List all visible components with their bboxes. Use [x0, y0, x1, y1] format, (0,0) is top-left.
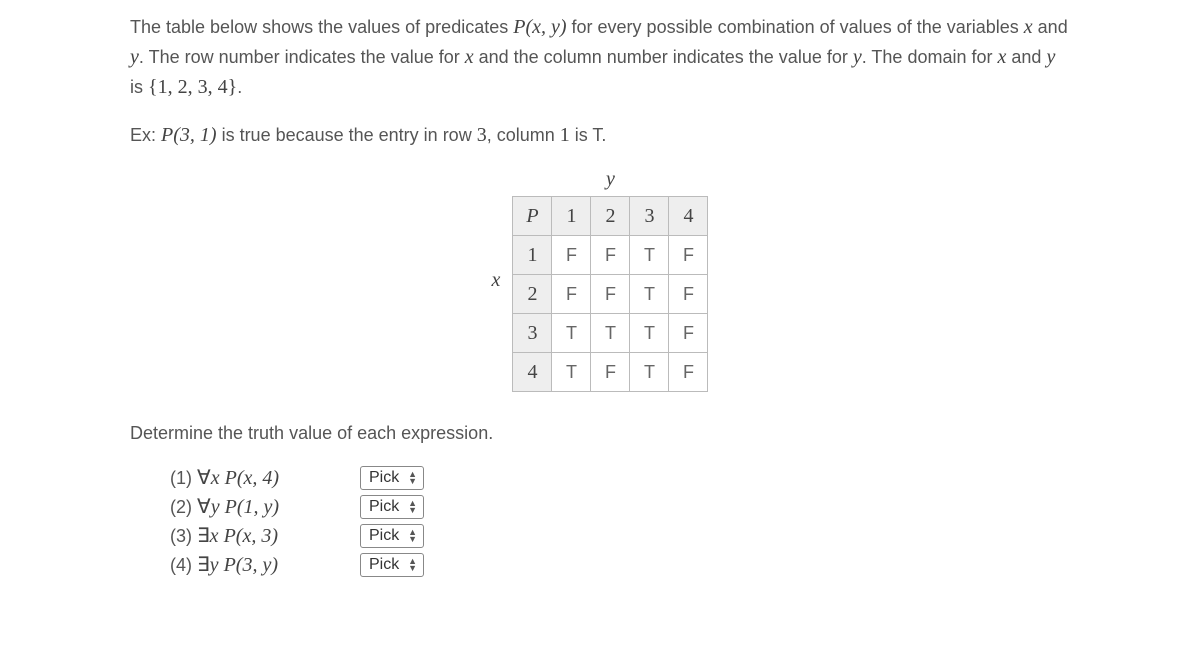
question-expression-1: (1) ∀x P(x, 4) [170, 465, 360, 490]
cell-2-2: F [591, 275, 630, 314]
example-col: 1 [560, 124, 570, 146]
row-header-3: 3 [513, 314, 552, 353]
quantifier: ∃ [197, 525, 210, 547]
cell-2-1: F [552, 275, 591, 314]
predicate-symbol: P(x, y) [513, 16, 566, 38]
example-tail: is T. [570, 125, 607, 145]
intro-paragraph: The table below shows the values of pred… [130, 12, 1070, 102]
cell-4-1: T [552, 353, 591, 392]
picker-label: Pick [369, 527, 399, 545]
row-header-1: 1 [513, 236, 552, 275]
predicate: P(x, 3) [224, 525, 278, 547]
stepper-icon: ▲▼ [408, 529, 417, 543]
example-row: 3 [477, 124, 487, 146]
cell-4-2: F [591, 353, 630, 392]
col-header-1: 1 [552, 197, 591, 236]
determine-prompt: Determine the truth value of each expres… [130, 420, 1070, 447]
cell-1-1: F [552, 236, 591, 275]
example-mid: is true because the entry in row [217, 125, 477, 145]
quantifier: ∀ [197, 496, 211, 518]
x-axis-label: x [492, 269, 501, 292]
var-x-2: x [465, 46, 474, 68]
question-number: (2) [170, 497, 192, 517]
intro-text-3: and [1033, 17, 1068, 37]
question-row-2: (2) ∀y P(1, y) Pick ▲▼ [170, 494, 1070, 519]
col-header-2: 2 [591, 197, 630, 236]
example-lead: Ex: [130, 125, 161, 145]
example-mid2: , column [487, 125, 560, 145]
cell-3-4: F [669, 314, 708, 353]
intro-text-5: and the column number indicates the valu… [474, 47, 853, 67]
picker-label: Pick [369, 556, 399, 574]
predicate: P(x, 4) [225, 467, 279, 489]
question-number: (4) [170, 555, 192, 575]
question-expression-2: (2) ∀y P(1, y) [170, 494, 360, 519]
cell-1-2: F [591, 236, 630, 275]
example-predicate: P(3, 1) [161, 124, 217, 146]
intro-text-7: is [130, 77, 148, 97]
table-row: 3 T T T F [513, 314, 708, 353]
truth-table: P 1 2 3 4 1 F F T F 2 F [512, 196, 708, 392]
row-header-2: 2 [513, 275, 552, 314]
cell-3-1: T [552, 314, 591, 353]
cell-1-3: T [630, 236, 669, 275]
questions-block: (1) ∀x P(x, 4) Pick ▲▼ (2) ∀y P(1, y) Pi… [170, 465, 1070, 577]
stepper-icon: ▲▼ [408, 558, 417, 572]
question-expression-3: (3) ∃x P(x, 3) [170, 523, 360, 548]
question-number: (3) [170, 526, 192, 546]
stepper-icon: ▲▼ [408, 500, 417, 514]
var-y-3: y [1046, 46, 1055, 68]
cell-2-4: F [669, 275, 708, 314]
intro-text-6: . The domain for [862, 47, 998, 67]
var-y-1: y [130, 46, 139, 68]
answer-picker-4[interactable]: Pick ▲▼ [360, 553, 424, 577]
table-row: 2 F F T F [513, 275, 708, 314]
col-header-3: 3 [630, 197, 669, 236]
bound-var: x [211, 467, 220, 489]
predicate: P(3, y) [224, 554, 278, 576]
intro-text-3b: and [1006, 47, 1046, 67]
var-x-1: x [1024, 16, 1033, 38]
predicate: P(1, y) [225, 496, 279, 518]
intro-text-4: . The row number indicates the value for [139, 47, 465, 67]
truth-table-wrap: x y P 1 2 3 4 1 F F T F [130, 168, 1070, 392]
quantifier: ∀ [197, 467, 211, 489]
picker-label: Pick [369, 469, 399, 487]
cell-3-2: T [591, 314, 630, 353]
answer-picker-2[interactable]: Pick ▲▼ [360, 495, 424, 519]
exercise-page: The table below shows the values of pred… [0, 12, 1200, 621]
bound-var: y [211, 496, 220, 518]
question-number: (1) [170, 468, 192, 488]
picker-label: Pick [369, 498, 399, 516]
intro-text-8: . [237, 77, 242, 97]
stepper-icon: ▲▼ [408, 471, 417, 485]
example-paragraph: Ex: P(3, 1) is true because the entry in… [130, 120, 1070, 150]
table-row: 1 F F T F [513, 236, 708, 275]
var-y-2: y [853, 46, 862, 68]
table-row: 4 T F T F [513, 353, 708, 392]
cell-4-4: F [669, 353, 708, 392]
domain-set: {1, 2, 3, 4} [148, 76, 237, 98]
intro-text-2: for every possible combination of values… [567, 17, 1024, 37]
cell-2-3: T [630, 275, 669, 314]
cell-3-3: T [630, 314, 669, 353]
answer-picker-3[interactable]: Pick ▲▼ [360, 524, 424, 548]
cell-4-3: T [630, 353, 669, 392]
bound-var: y [210, 554, 219, 576]
row-header-4: 4 [513, 353, 552, 392]
intro-text-1: The table below shows the values of pred… [130, 17, 513, 37]
cell-1-4: F [669, 236, 708, 275]
question-expression-4: (4) ∃y P(3, y) [170, 552, 360, 577]
table-corner: P [513, 197, 552, 236]
y-axis-label: y [606, 168, 615, 190]
quantifier: ∃ [197, 554, 210, 576]
question-row-1: (1) ∀x P(x, 4) Pick ▲▼ [170, 465, 1070, 490]
answer-picker-1[interactable]: Pick ▲▼ [360, 466, 424, 490]
question-row-4: (4) ∃y P(3, y) Pick ▲▼ [170, 552, 1070, 577]
question-row-3: (3) ∃x P(x, 3) Pick ▲▼ [170, 523, 1070, 548]
col-header-4: 4 [669, 197, 708, 236]
bound-var: x [210, 525, 219, 547]
